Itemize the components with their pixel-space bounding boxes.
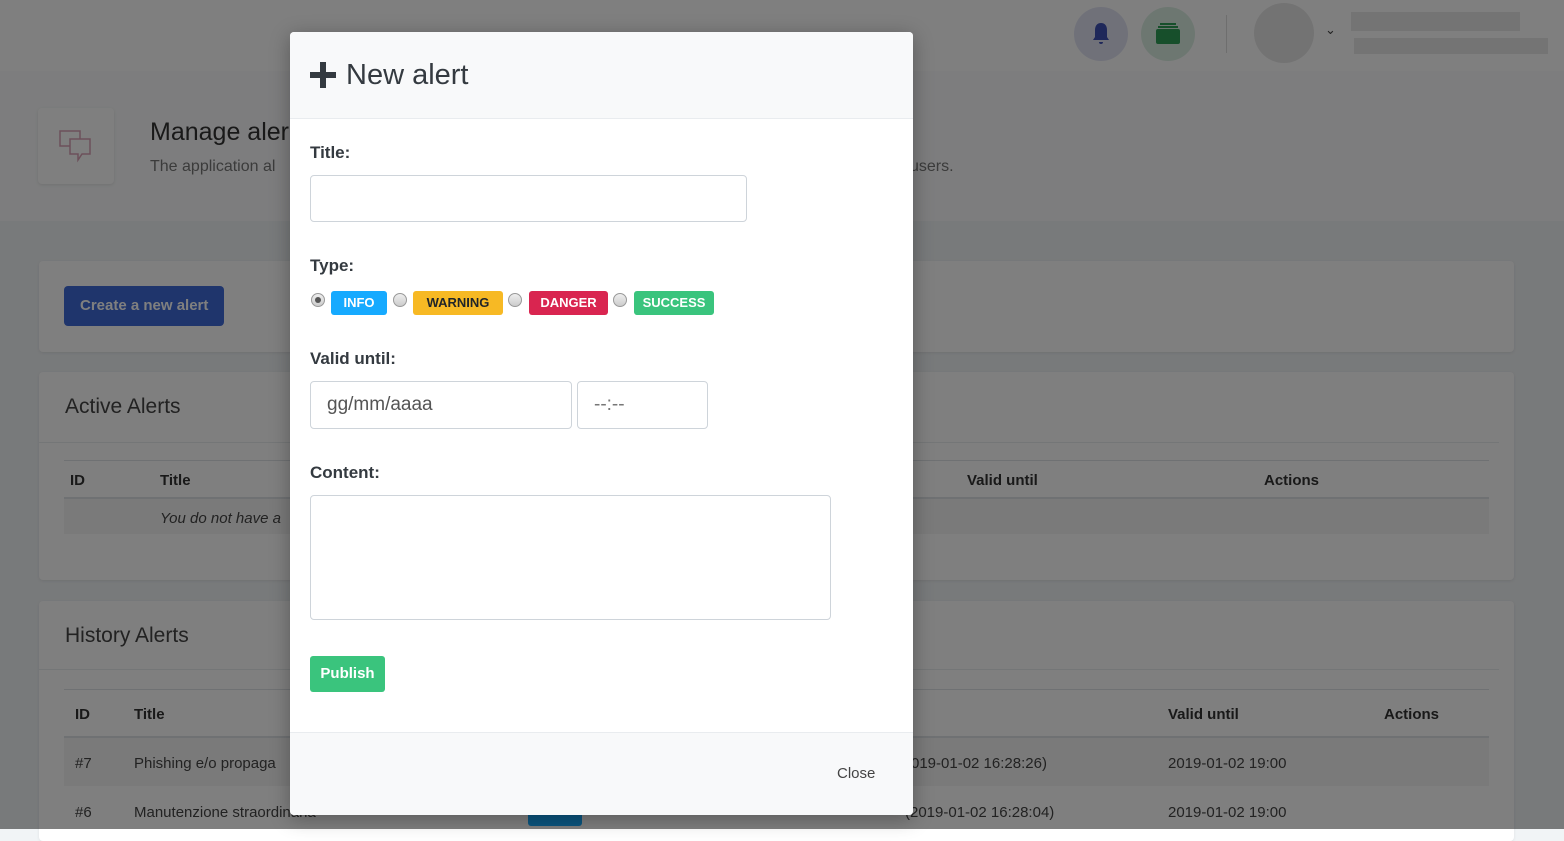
date-input[interactable]: gg/mm/aaaa	[310, 381, 572, 429]
modal-header: New alert	[290, 32, 913, 119]
content-label: Content:	[310, 463, 380, 482]
type-radio-danger[interactable]	[508, 293, 522, 307]
title-label: Title:	[310, 143, 351, 162]
type-label: Type:	[310, 256, 355, 275]
badge-info: INFO	[331, 291, 387, 315]
time-input[interactable]: --:--	[577, 381, 708, 429]
new-alert-modal: New alert Title: Type: INFO WARNING DANG…	[290, 32, 913, 815]
close-button[interactable]: Close	[837, 765, 875, 782]
content-textarea[interactable]	[310, 495, 831, 620]
badge-danger: DANGER	[529, 291, 608, 315]
type-radio-warning[interactable]	[393, 293, 407, 307]
modal-footer	[290, 732, 913, 815]
valid-until-label: Valid until:	[310, 349, 396, 368]
modal-title: New alert	[346, 58, 469, 91]
type-radio-info[interactable]	[311, 293, 325, 307]
badge-success: SUCCESS	[634, 291, 714, 315]
publish-button[interactable]: Publish	[310, 656, 385, 692]
title-input[interactable]	[310, 175, 747, 222]
badge-warning: WARNING	[413, 291, 503, 315]
plus-icon	[310, 62, 336, 88]
type-radio-success[interactable]	[613, 293, 627, 307]
